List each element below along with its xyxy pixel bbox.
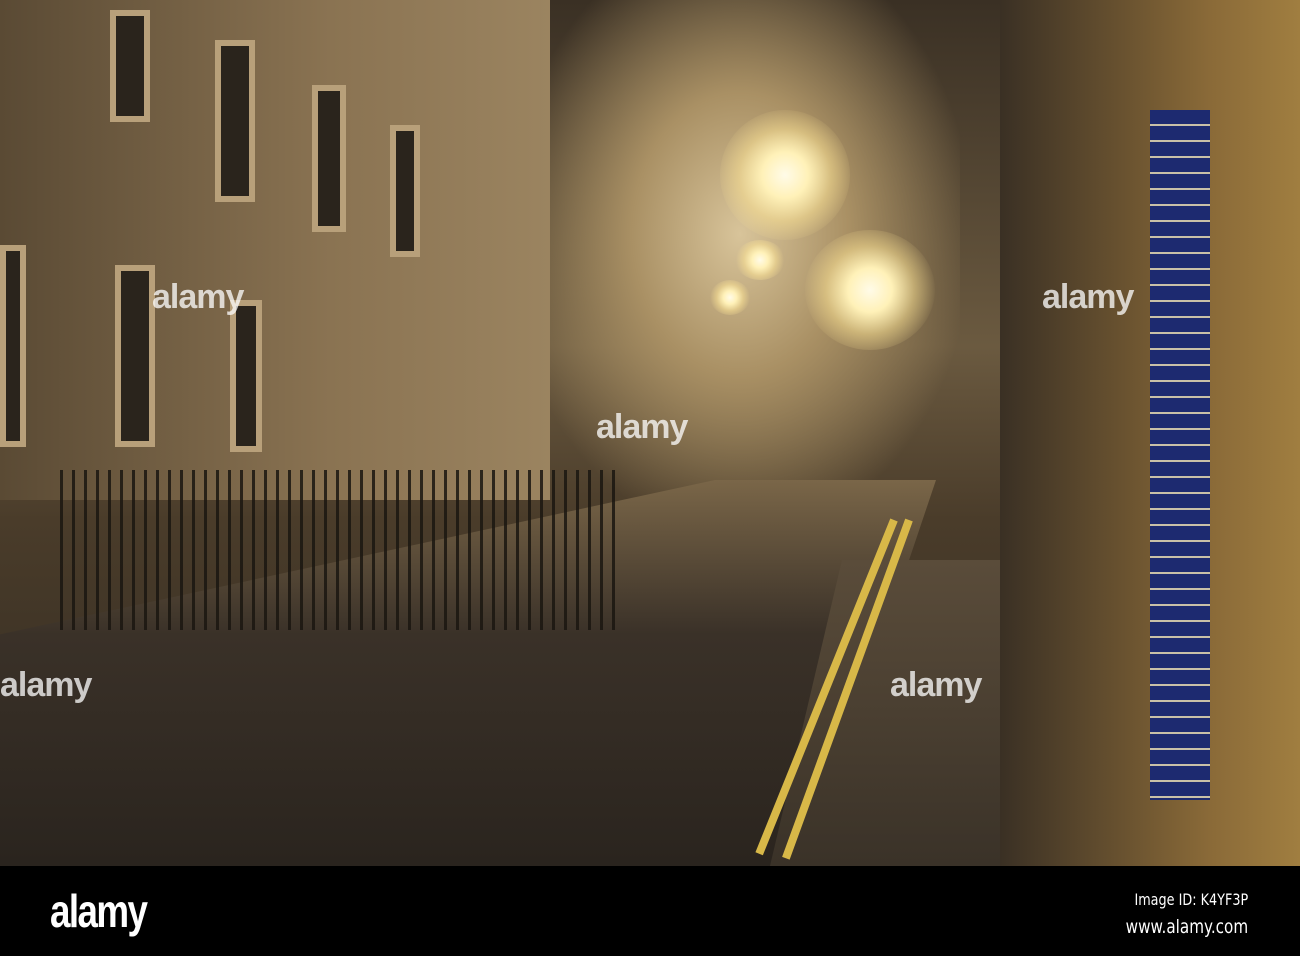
alamy-logo: alamy [50, 885, 148, 937]
foggy-street-photo: alamy alamy alamy alamy alamy [0, 0, 1300, 866]
blue-brick-column [1150, 110, 1210, 800]
left-buildings [0, 0, 550, 500]
site-url: www.alamy.com [1125, 916, 1248, 938]
street-lamp [710, 280, 750, 315]
street-lamp [720, 110, 850, 240]
image-id: Image ID: K4YF3P [1134, 890, 1248, 909]
watermark: alamy [890, 666, 982, 704]
watermark: alamy [596, 408, 688, 446]
watermark: alamy [152, 278, 244, 316]
watermark: alamy [1042, 278, 1134, 316]
iron-fence [60, 470, 620, 630]
street-lamp [735, 240, 785, 280]
street-lamp [805, 230, 935, 350]
watermark: alamy [0, 666, 92, 704]
stock-photo: alamy alamy alamy alamy alamy alamy Imag… [0, 0, 1300, 956]
footer-bar: alamy Image ID: K4YF3P www.alamy.com [0, 866, 1300, 956]
